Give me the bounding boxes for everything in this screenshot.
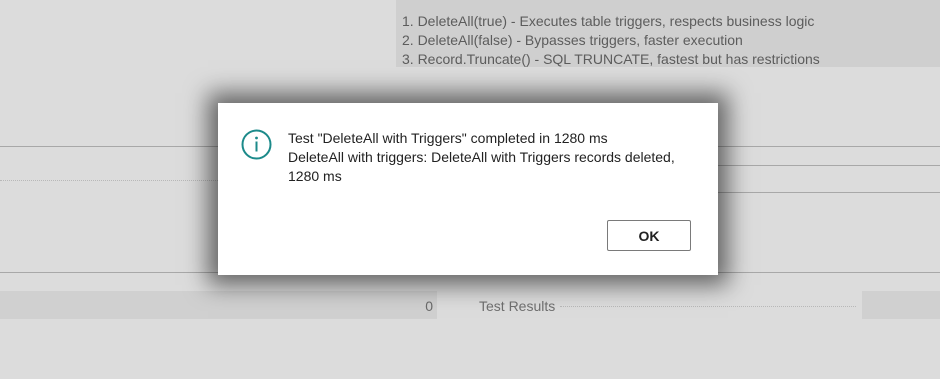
info-panel: 1. DeleteAll(true) - Executes table trig… [396,0,940,67]
divider [718,192,940,193]
divider [0,146,218,147]
results-count: 0 [425,298,433,314]
dialog-message: Test "DeleteAll with Triggers" completed… [288,129,688,186]
dialog-message-line-1: Test "DeleteAll with Triggers" completed… [288,130,608,146]
info-line: 1. DeleteAll(true) - Executes table trig… [402,13,815,29]
ok-button[interactable]: OK [607,220,691,251]
dialog-message-line-2: DeleteAll with triggers: DeleteAll with … [288,149,675,184]
info-circle-icon [241,129,272,160]
divider [718,165,940,166]
divider [718,146,940,147]
info-line: 2. DeleteAll(false) - Bypasses triggers,… [402,32,743,48]
test-results-label: Test Results [479,298,556,314]
dotted-leader [560,306,856,307]
info-line: 3. Record.Truncate() - SQL TRUNCATE, fas… [402,51,820,67]
info-list: 1. DeleteAll(true) - Executes table trig… [396,0,940,69]
dotted-divider [0,180,218,181]
results-count-cell: 0 [0,291,437,319]
message-dialog: Test "DeleteAll with Triggers" completed… [218,103,718,275]
results-value-cell [862,291,940,319]
